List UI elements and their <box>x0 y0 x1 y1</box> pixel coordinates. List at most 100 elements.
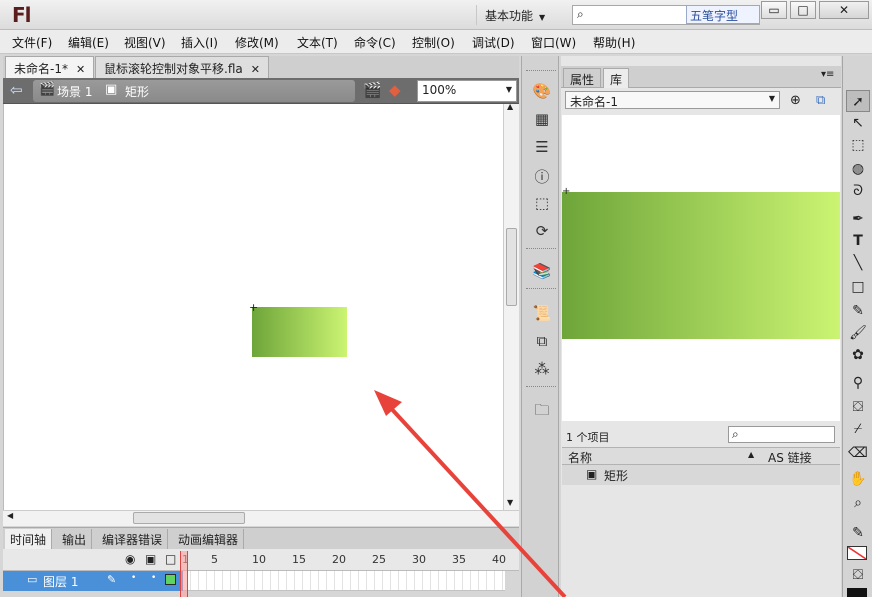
align-icon[interactable]: ☰ <box>532 138 552 156</box>
scroll-thumb[interactable] <box>506 228 517 306</box>
breadcrumb-symbol[interactable]: 矩形 <box>125 83 149 100</box>
column-name[interactable]: 名称 <box>568 449 592 466</box>
layer-row[interactable]: ▭ 图层 1 ✎ • • <box>3 571 183 591</box>
tab-properties[interactable]: 属性 <box>563 68 602 88</box>
horizontal-scrollbar[interactable]: ◀ <box>3 510 519 526</box>
menu-modify[interactable]: 修改(M) <box>235 34 279 51</box>
menu-window[interactable]: 窗口(W) <box>531 34 576 51</box>
color-palette-icon[interactable]: 🎨 <box>532 82 552 100</box>
layer-color-swatch[interactable] <box>165 574 176 585</box>
breadcrumb-scene[interactable]: 场景 1 <box>57 83 92 100</box>
strip-divider <box>526 70 556 74</box>
edit-symbol-icon[interactable]: ◆ <box>389 81 401 99</box>
history-icon[interactable]: ⟳ <box>532 222 552 240</box>
info-icon[interactable]: ⓘ <box>532 166 552 186</box>
free-transform-icon[interactable]: ⬚ <box>846 134 870 156</box>
rectangle-icon[interactable]: □ <box>846 276 870 298</box>
eye-icon[interactable]: ◉ <box>125 552 135 566</box>
close-icon[interactable]: ✕ <box>76 63 85 76</box>
edit-scene-icon[interactable]: 🎬 <box>363 81 382 99</box>
playhead[interactable] <box>180 551 188 597</box>
frame-number: 20 <box>332 553 346 566</box>
panel-menu-icon[interactable]: ▾≡ <box>821 69 834 80</box>
outline-icon[interactable]: □ <box>165 552 176 566</box>
menu-commands[interactable]: 命令(C) <box>354 34 396 51</box>
lasso-icon[interactable]: ᘐ <box>846 180 870 202</box>
swatches-icon[interactable]: ▦ <box>532 110 552 128</box>
stroke-color-swatch[interactable] <box>847 546 867 560</box>
selection-icon[interactable]: ➚ <box>846 90 870 112</box>
eyedropper-icon[interactable]: ⌿ <box>846 418 870 440</box>
menu-edit[interactable]: 编辑(E) <box>68 34 109 51</box>
library-icon[interactable]: 📚 <box>532 262 552 280</box>
scroll-down-icon[interactable]: ▼ <box>507 498 513 507</box>
tab-output[interactable]: 输出 <box>57 529 93 549</box>
column-linkage[interactable]: AS 链接 <box>768 449 812 466</box>
menu-text[interactable]: 文本(T) <box>297 34 338 51</box>
layer-name[interactable]: 图层 1 <box>43 573 78 590</box>
visibility-dot[interactable]: • <box>131 573 136 583</box>
scroll-thumb[interactable] <box>133 512 245 524</box>
hand-icon[interactable]: ✋ <box>846 468 870 490</box>
lock-dot[interactable]: • <box>151 573 156 583</box>
tab-timeline[interactable]: 时间轴 <box>5 529 53 549</box>
menu-debug[interactable]: 调试(D) <box>472 34 515 51</box>
close-icon[interactable]: ✕ <box>251 63 260 76</box>
library-document-select[interactable]: 未命名-1 ▼ <box>565 91 780 109</box>
tab-motion-editor[interactable]: 动画编辑器 <box>173 529 245 549</box>
library-item-name[interactable]: 矩形 <box>604 467 628 484</box>
minimize-button[interactable]: ▭ <box>761 1 787 19</box>
frame-grid[interactable] <box>183 571 505 591</box>
pencil-icon[interactable]: ✎ <box>846 300 870 322</box>
vertical-scrollbar[interactable]: ▲ ▼ <box>503 102 519 510</box>
tab-mouse-wheel-fla[interactable]: 鼠标滚轮控制对象平移.fla ✕ <box>95 56 269 78</box>
subselection-icon[interactable]: ↖ <box>846 112 870 134</box>
components-icon[interactable]: ⧉ <box>532 332 552 350</box>
zoom-select[interactable]: 100% ▼ <box>417 80 517 102</box>
ime-status-badge[interactable]: 五笔字型 <box>686 5 760 24</box>
scroll-up-icon[interactable]: ▲ <box>507 102 513 111</box>
rectangle-symbol-instance[interactable] <box>252 307 347 357</box>
lock-icon[interactable]: ▣ <box>145 552 156 566</box>
bone-icon[interactable]: ⚲ <box>846 372 870 394</box>
project-icon[interactable]: 🗀 <box>532 400 552 419</box>
actions-icon[interactable]: 📜 <box>532 304 552 322</box>
new-library-panel-icon[interactable]: ⧉ <box>816 93 825 108</box>
fill-color-icon[interactable]: ⛋ <box>846 564 870 586</box>
text-icon[interactable]: T <box>846 230 870 252</box>
3d-rotation-icon[interactable]: ◍ <box>846 158 870 180</box>
zoom-value: 100% <box>422 83 457 97</box>
close-button[interactable]: ✕ <box>819 1 869 19</box>
workspace-selector[interactable]: 基本功能 ▼ <box>476 5 562 25</box>
motion-presets-icon[interactable]: ⁂ <box>532 360 552 378</box>
sort-up-icon[interactable]: ▲ <box>748 450 754 459</box>
stroke-color-icon[interactable]: ✎ <box>846 522 870 544</box>
pin-library-icon[interactable]: ⊕ <box>790 93 801 108</box>
menu-control[interactable]: 控制(O) <box>412 34 455 51</box>
search-icon: ⌕ <box>732 427 739 441</box>
scroll-left-icon[interactable]: ◀ <box>7 511 13 520</box>
menu-view[interactable]: 视图(V) <box>124 34 166 51</box>
transform-icon[interactable]: ⬚ <box>532 194 552 212</box>
tab-untitled-1[interactable]: 未命名-1* ✕ <box>5 56 95 78</box>
frame-number: 10 <box>252 553 266 566</box>
tab-library[interactable]: 库 <box>603 68 630 88</box>
menu-help[interactable]: 帮助(H) <box>593 34 635 51</box>
menu-insert[interactable]: 插入(I) <box>181 34 218 51</box>
fill-color-swatch[interactable] <box>847 588 867 597</box>
back-arrow-icon[interactable]: ⇦ <box>10 81 23 99</box>
paint-bucket-icon[interactable]: ⛋ <box>846 396 870 418</box>
brush-icon[interactable]: 🖌 <box>846 322 870 344</box>
eraser-icon[interactable]: ⌫ <box>846 442 870 464</box>
menu-file[interactable]: 文件(F) <box>12 34 52 51</box>
frame-number: 25 <box>372 553 386 566</box>
library-search-input[interactable]: ⌕ <box>728 426 835 443</box>
library-item-row[interactable]: ▣ 矩形 <box>562 465 840 485</box>
maximize-button[interactable]: □ <box>790 1 816 19</box>
zoom-icon[interactable]: ⌕ <box>846 492 870 514</box>
tab-compiler-errors[interactable]: 编译器错误 <box>97 529 169 549</box>
line-icon[interactable]: ╲ <box>846 252 870 274</box>
pen-icon[interactable]: ✒ <box>846 208 870 230</box>
library-column-header: 名称 ▲ AS 链接 <box>562 447 840 465</box>
deco-icon[interactable]: ✿ <box>846 344 870 366</box>
